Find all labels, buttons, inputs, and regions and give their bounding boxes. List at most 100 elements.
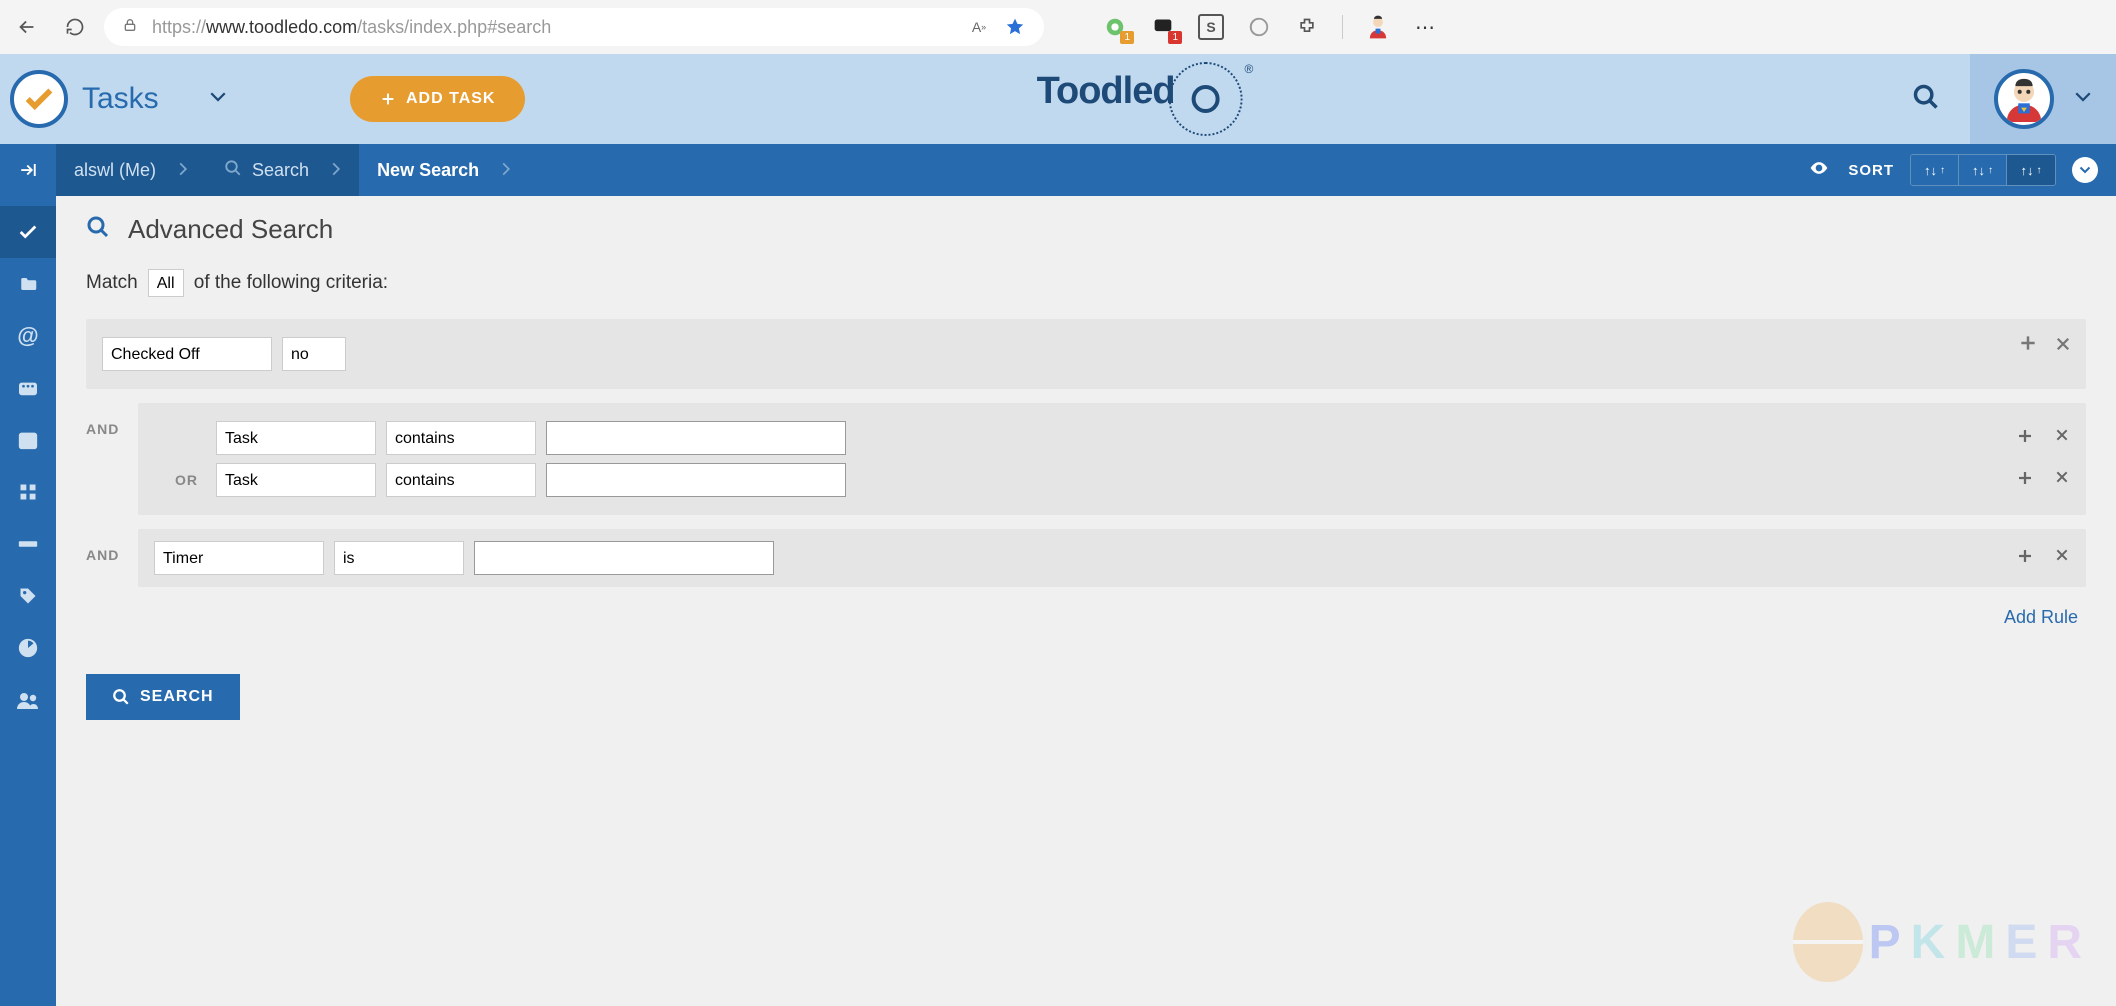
add-rule-icon[interactable] <box>2016 469 2034 492</box>
add-rule-link[interactable]: Add Rule <box>86 601 2086 648</box>
back-button[interactable] <box>16 16 38 38</box>
chevron-down-icon <box>209 90 227 108</box>
rule-value-input[interactable] <box>546 463 846 497</box>
rule-actions <box>2016 547 2070 570</box>
app-header-middle: ADD TASK Toodled® <box>320 76 1970 122</box>
sort-option-2[interactable]: ↑↓ ↑ <box>1959 155 2007 185</box>
ext-icon-3[interactable]: S <box>1198 14 1224 40</box>
rule-operator-select[interactable]: is <box>334 541 464 575</box>
row-connector-or: OR <box>154 472 206 488</box>
chevron-right-icon <box>331 160 341 181</box>
rule-field-select[interactable]: Timer <box>154 541 324 575</box>
sidebar-item-tasks[interactable] <box>0 206 56 258</box>
account-chevron-icon[interactable] <box>2074 90 2092 108</box>
browser-extensions: 1 1 S ⋯ <box>1102 14 1439 40</box>
page-header: Advanced Search <box>56 196 2116 259</box>
rule-group-block: Task contains OR Task contains <box>138 403 2086 515</box>
brand-logo: Toodled® <box>1037 62 1254 136</box>
app-section-switcher[interactable]: Tasks <box>0 70 320 128</box>
breadcrumb-new-search[interactable]: New Search <box>359 144 529 196</box>
criteria-area: Match All of the following criteria: Che… <box>56 259 2116 658</box>
main-layout: @ 31 Advanced Search <box>0 196 2116 1006</box>
header-search-icon[interactable] <box>1912 83 1940 116</box>
rule-block-3: AND Timer is <box>86 529 2086 587</box>
add-task-button[interactable]: ADD TASK <box>350 76 525 122</box>
sidebar-item-contexts[interactable]: @ <box>0 310 56 362</box>
browser-toolbar: https://www.toodledo.com/tasks/index.php… <box>0 0 2116 54</box>
view-controls: SORT ↑↓ ↑ ↑↓ ↑ ↑↓ ↑ <box>1806 154 2098 186</box>
group-connector-and: AND <box>86 403 138 437</box>
address-bar[interactable]: https://www.toodledo.com/tasks/index.php… <box>104 8 1044 46</box>
sort-label: SORT <box>1848 162 1894 179</box>
add-rule-icon[interactable] <box>2016 427 2034 450</box>
rule-operator-select[interactable]: contains <box>386 463 536 497</box>
chevron-right-icon <box>178 160 188 181</box>
visibility-toggle[interactable] <box>1806 158 1832 183</box>
url-text: https://www.toodledo.com/tasks/index.php… <box>152 17 954 38</box>
search-button-row: SEARCH <box>56 658 2116 750</box>
app-section-title: Tasks <box>82 82 159 116</box>
sort-option-3[interactable]: ↑↓ ↑ <box>2007 155 2055 185</box>
rule-field-select[interactable]: Task <box>216 463 376 497</box>
rule-block-1: Checked Off no <box>86 319 2086 389</box>
extensions-menu-icon[interactable] <box>1294 14 1320 40</box>
rule-actions <box>2018 333 2072 359</box>
remove-rule-icon[interactable] <box>2054 333 2072 359</box>
rule-value-input[interactable] <box>546 421 846 455</box>
breadcrumb: alswl (Me) Search New Search <box>0 144 529 196</box>
remove-rule-icon[interactable] <box>2054 427 2070 450</box>
rule-operator-select[interactable]: no <box>282 337 346 371</box>
sidebar-item-collaborators[interactable] <box>0 674 56 726</box>
brand-circle-icon <box>1169 62 1243 136</box>
sidebar-item-grid[interactable] <box>0 466 56 518</box>
match-mode-select[interactable]: All <box>148 269 184 297</box>
sidebar-item-status[interactable] <box>0 518 56 570</box>
ext-badge-2: 1 <box>1168 31 1182 44</box>
reload-button[interactable] <box>64 16 86 38</box>
sidebar-item-calendar[interactable]: 31 <box>0 414 56 466</box>
rule-row: Task contains <box>154 421 2070 455</box>
add-task-label: ADD TASK <box>406 90 495 108</box>
ext-icon-1[interactable]: 1 <box>1102 14 1128 40</box>
divider <box>1342 15 1343 39</box>
breadcrumb-user[interactable]: alswl (Me) <box>56 144 206 196</box>
rule-value-input[interactable] <box>474 541 774 575</box>
ext-icon-2[interactable]: 1 <box>1150 14 1176 40</box>
app-logo-icon <box>10 70 68 128</box>
rule-group-block: Timer is <box>138 529 2086 587</box>
lock-icon <box>122 17 138 38</box>
sidebar-item-timer[interactable] <box>0 622 56 674</box>
remove-rule-icon[interactable] <box>2054 547 2070 570</box>
url-actions: A» <box>968 16 1026 38</box>
rule-row: Timer is <box>154 541 2070 575</box>
content-area: Advanced Search Match All of the followi… <box>56 196 2116 1006</box>
page-title: Advanced Search <box>128 214 333 245</box>
remove-rule-icon[interactable] <box>2054 469 2070 492</box>
add-rule-icon[interactable] <box>2016 547 2034 570</box>
rule-row: Checked Off no <box>102 331 2070 377</box>
rule-operator-select[interactable]: contains <box>386 421 536 455</box>
favorite-icon[interactable] <box>1004 16 1026 38</box>
search-button[interactable]: SEARCH <box>86 674 240 720</box>
match-line: Match All of the following criteria: <box>86 269 2086 297</box>
sidebar-item-tags[interactable] <box>0 570 56 622</box>
profile-icon[interactable] <box>1365 14 1391 40</box>
browser-nav <box>16 16 86 38</box>
rule-field-select[interactable]: Task <box>216 421 376 455</box>
more-options-button[interactable] <box>2072 157 2098 183</box>
sidebar-item-goals[interactable] <box>0 362 56 414</box>
chevron-right-icon <box>501 160 511 181</box>
search-icon <box>86 215 110 244</box>
add-rule-icon[interactable] <box>2018 333 2038 359</box>
sidebar-item-folders[interactable] <box>0 258 56 310</box>
avatar[interactable] <box>1994 69 2054 129</box>
reader-icon[interactable]: A» <box>968 16 990 38</box>
sidebar: @ 31 <box>0 196 56 1006</box>
ext-icon-4[interactable] <box>1246 14 1272 40</box>
collapse-sidebar-button[interactable] <box>0 144 56 196</box>
sort-option-1[interactable]: ↑↓ ↑ <box>1911 155 1959 185</box>
more-icon[interactable]: ⋯ <box>1413 14 1439 40</box>
rule-row: OR Task contains <box>154 463 2070 497</box>
rule-field-select[interactable]: Checked Off <box>102 337 272 371</box>
breadcrumb-search[interactable]: Search <box>206 144 359 196</box>
